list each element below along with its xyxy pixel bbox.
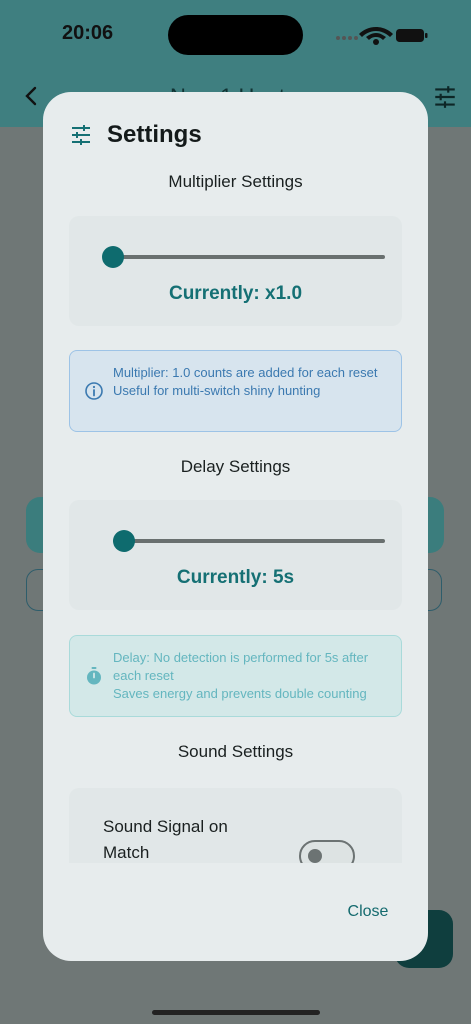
multiplier-section-title: Multiplier Settings: [168, 172, 303, 191]
wifi-icon: [359, 27, 393, 45]
sound-section-title: Sound Settings: [177, 742, 294, 761]
tune-icon[interactable]: [432, 84, 458, 110]
sound-signal-label: Sound Signal on Match: [103, 817, 228, 862]
delay-info-box: Delay: No detection is performed for 5s …: [69, 635, 402, 717]
multiplier-current-value: Currently: x1.0: [168, 283, 303, 304]
multiplier-info-box: Multiplier: 1.0 counts are added for eac…: [69, 350, 402, 432]
battery-icon: [396, 29, 428, 42]
back-icon[interactable]: [20, 84, 44, 108]
info-line: Delay: No detection is performed for 5s …: [113, 650, 369, 683]
delay-section-title: Delay Settings: [180, 457, 291, 476]
info-line: Multiplier: 1.0 counts are added for eac…: [113, 365, 378, 380]
status-time: 20:06: [62, 22, 114, 44]
slider-track: [113, 539, 385, 543]
info-line: Useful for multi-switch shiny hunting: [113, 383, 321, 398]
slider-thumb[interactable]: [112, 530, 135, 552]
slider-thumb[interactable]: [102, 246, 124, 268]
delay-card: Currently: 5s: [69, 500, 402, 610]
home-indicator: [152, 1010, 320, 1015]
dynamic-island: [168, 15, 303, 55]
delay-info-text: Delay: No detection is performed for 5s …: [113, 649, 393, 703]
slider-track: [113, 255, 385, 259]
cellular-icon: [336, 36, 358, 40]
status-icons: [336, 27, 428, 45]
multiplier-slider[interactable]: [102, 245, 385, 269]
toggle-knob: [308, 849, 322, 863]
tune-icon: [72, 125, 90, 145]
timer-icon: [87, 667, 101, 685]
delay-slider[interactable]: [112, 529, 385, 553]
multiplier-info-text: Multiplier: 1.0 counts are added for eac…: [113, 364, 393, 400]
info-line: Saves energy and prevents double countin…: [113, 686, 367, 701]
delay-current-value: Currently: 5s: [176, 567, 295, 588]
settings-scroll-area[interactable]: Multiplier Settings Currently: x1.0 Mult…: [43, 168, 428, 863]
dialog-header: Settings: [69, 118, 202, 152]
settings-dialog: Settings Multiplier Settings Currently: …: [43, 92, 428, 961]
sound-signal-toggle[interactable]: [299, 840, 355, 863]
dialog-title: Settings: [107, 121, 202, 148]
close-button[interactable]: Close: [333, 900, 403, 924]
sound-card: Sound Signal on Match: [69, 788, 402, 863]
multiplier-card: Currently: x1.0: [69, 216, 402, 326]
info-icon: [85, 382, 103, 400]
